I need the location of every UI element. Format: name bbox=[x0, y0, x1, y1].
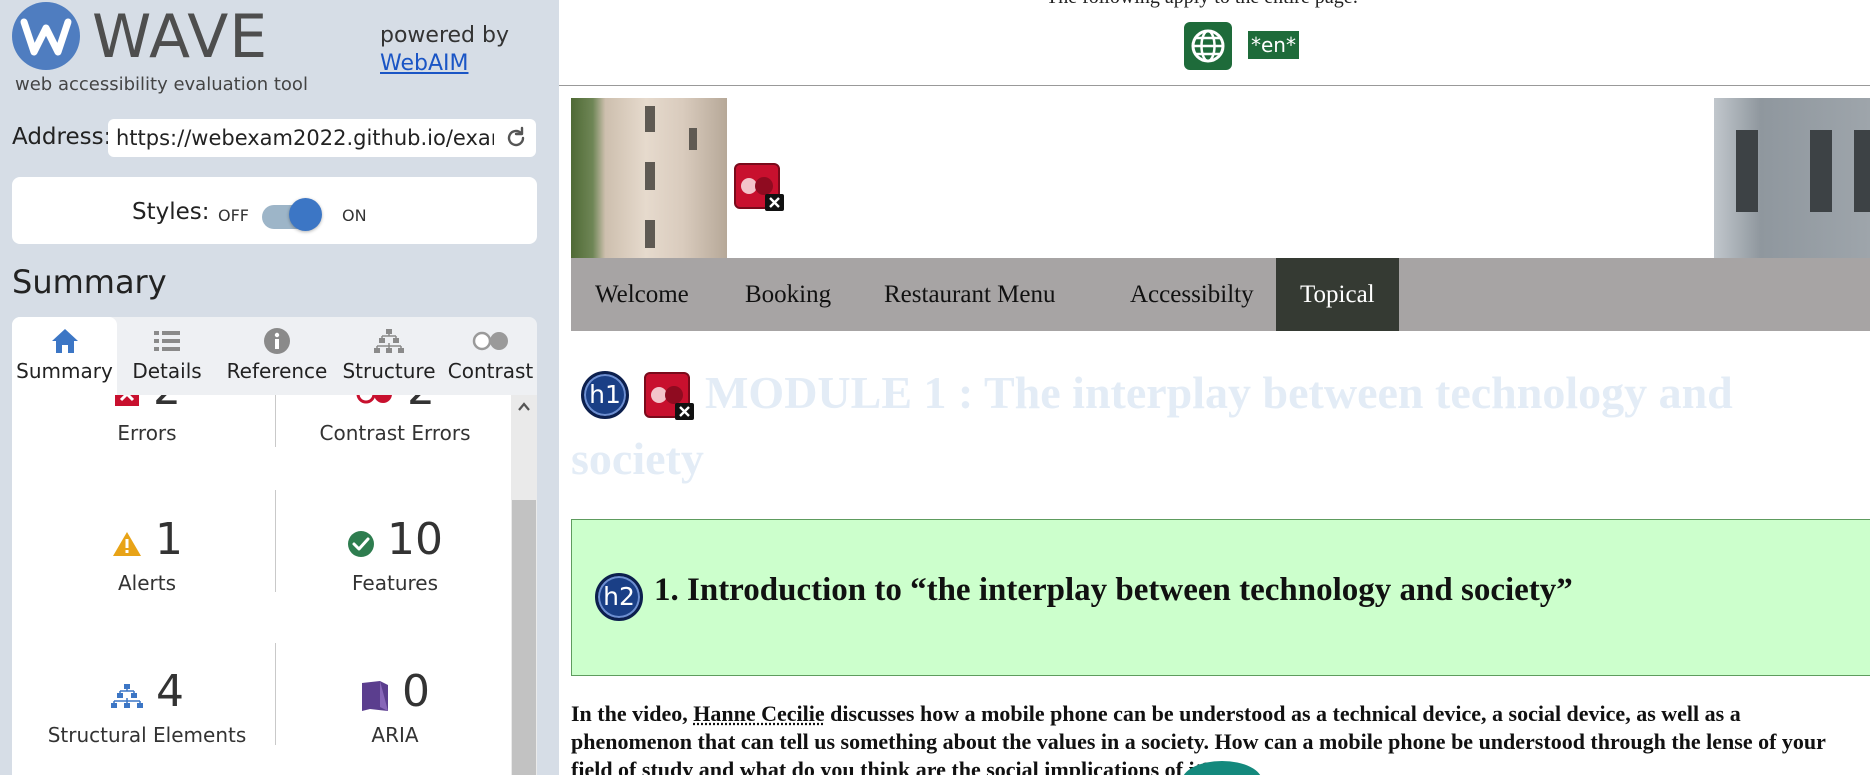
aria-icon bbox=[362, 680, 388, 711]
list-icon bbox=[154, 331, 180, 351]
page-level-icons: The following apply to the entire page: … bbox=[559, 0, 1870, 86]
toggle-off-label: OFF bbox=[218, 206, 249, 225]
structure-icon bbox=[374, 329, 404, 353]
stat-aria[interactable]: 0 ARIA bbox=[275, 667, 515, 747]
evaluated-page: The following apply to the entire page: … bbox=[559, 0, 1870, 775]
tab-label: Details bbox=[132, 359, 202, 383]
section-heading-h2: 1. Introduction to “the interplay betwee… bbox=[654, 572, 1573, 608]
structure-icon bbox=[111, 683, 143, 708]
building-image-right bbox=[1714, 98, 1870, 258]
tab-label: Reference bbox=[226, 359, 328, 383]
reload-icon[interactable] bbox=[504, 126, 528, 150]
wave-logo-icon bbox=[12, 2, 80, 70]
styles-toggle-knob[interactable] bbox=[289, 198, 322, 231]
alert-icon bbox=[113, 531, 141, 556]
features-count: 10 bbox=[387, 514, 443, 565]
errors-count: 2 bbox=[153, 395, 181, 415]
h2-badge-icon[interactable]: h2 bbox=[595, 573, 643, 621]
toggle-on-label: ON bbox=[342, 206, 367, 225]
tab-details[interactable]: Details bbox=[122, 317, 212, 395]
alerts-label: Alerts bbox=[117, 571, 177, 595]
nav-booking[interactable]: Booking bbox=[745, 258, 831, 331]
scrollbar-thumb[interactable] bbox=[512, 500, 536, 775]
stat-structural-elements[interactable]: 4 Structural Elements bbox=[27, 666, 267, 748]
page-heading-h1: MODULE 1 : The interplay between technol… bbox=[571, 367, 1733, 484]
features-label: Features bbox=[352, 571, 438, 595]
stat-alerts[interactable]: 1 Alerts bbox=[27, 515, 267, 595]
structural-label: Structural Elements bbox=[47, 723, 247, 747]
address-bar bbox=[108, 119, 536, 157]
errors-label: Errors bbox=[117, 421, 177, 445]
tab-label: Contrast bbox=[447, 359, 534, 383]
stat-features[interactable]: 10 Features bbox=[275, 515, 515, 595]
page-level-caption: The following apply to the entire page: bbox=[1046, 0, 1358, 9]
summary-panel: 2 Errors 2 Contrast Errors 1 Alerts bbox=[12, 395, 537, 775]
aria-label: ARIA bbox=[371, 723, 419, 747]
feature-check-icon bbox=[348, 530, 374, 557]
aria-count: 0 bbox=[402, 666, 430, 717]
structural-count: 4 bbox=[156, 666, 184, 717]
building-image-left bbox=[571, 98, 727, 258]
address-input[interactable] bbox=[116, 125, 494, 151]
styles-panel: Styles: OFF ON bbox=[12, 177, 537, 244]
wave-logo-text: WAVE bbox=[92, 2, 269, 72]
tab-label: Summary bbox=[16, 359, 113, 383]
address-label: Address: bbox=[12, 124, 112, 150]
wave-tabs: Summary Details Reference Structure Cont… bbox=[12, 317, 537, 395]
contrast-error-icon bbox=[356, 395, 392, 403]
nav-restaurant-menu[interactable]: Restaurant Menu bbox=[884, 258, 1055, 331]
stat-contrast-errors[interactable]: 2 Contrast Errors bbox=[275, 395, 515, 445]
nav-welcome[interactable]: Welcome bbox=[595, 258, 689, 331]
main-nav: Welcome Booking Restaurant Menu Accessib… bbox=[571, 258, 1870, 331]
tab-structure[interactable]: Structure bbox=[334, 317, 444, 395]
powered-by: powered by WebAIM bbox=[380, 22, 509, 78]
language-globe-icon[interactable] bbox=[1184, 22, 1232, 70]
contrast-icon bbox=[472, 331, 508, 351]
language-badge[interactable]: *en* bbox=[1248, 31, 1299, 59]
styles-label: Styles: bbox=[132, 199, 210, 225]
tab-label: Structure bbox=[342, 359, 436, 383]
error-icon bbox=[115, 395, 139, 406]
scroll-up-icon[interactable] bbox=[515, 398, 533, 416]
tab-summary[interactable]: Summary bbox=[12, 317, 117, 395]
nav-accessibility[interactable]: Accessibilty bbox=[1130, 258, 1254, 331]
image-error-icon[interactable] bbox=[734, 163, 784, 211]
nav-topical[interactable]: Topical bbox=[1276, 258, 1399, 331]
wave-tagline: web accessibility evaluation tool bbox=[15, 74, 308, 95]
summary-heading: Summary bbox=[12, 263, 167, 301]
tab-reference[interactable]: Reference bbox=[222, 317, 332, 395]
para-text-start: In the video, bbox=[571, 701, 694, 726]
alerts-count: 1 bbox=[155, 514, 183, 565]
hanne-cecilie-link[interactable]: Hanne Cecilie bbox=[693, 701, 824, 726]
contrast-errors-label: Contrast Errors bbox=[319, 421, 471, 445]
wave-sidebar: WAVE web accessibility evaluation tool p… bbox=[0, 0, 559, 775]
tab-contrast[interactable]: Contrast bbox=[444, 317, 537, 395]
stat-errors[interactable]: 2 Errors bbox=[27, 395, 267, 445]
powered-by-label: powered by bbox=[380, 23, 509, 48]
contrast-errors-count: 2 bbox=[407, 395, 435, 415]
info-icon bbox=[264, 328, 290, 354]
webaim-link[interactable]: WebAIM bbox=[380, 50, 509, 78]
home-icon bbox=[51, 329, 78, 353]
